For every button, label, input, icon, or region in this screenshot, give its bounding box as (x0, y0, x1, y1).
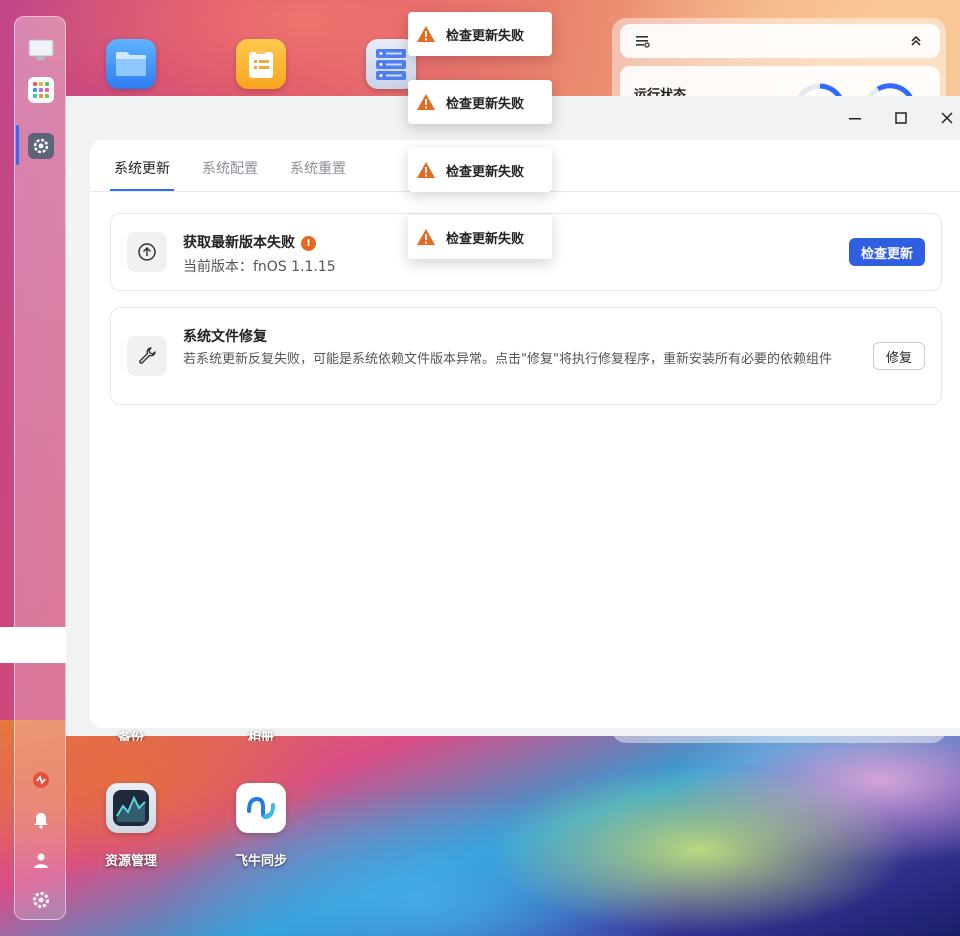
toast-notification: 检查更新失败 (408, 12, 552, 56)
tab-system-config[interactable]: 系统配置 (202, 158, 258, 178)
collapse-chevron-icon[interactable] (910, 34, 922, 52)
fn-sync-icon[interactable] (236, 783, 286, 833)
widget-toolbar (620, 24, 940, 58)
settings-gear-icon[interactable] (28, 133, 54, 159)
toast-text: 检查更新失败 (446, 28, 525, 44)
repair-title: 系统文件修复 (183, 329, 267, 345)
warning-badge-icon: ! (301, 236, 316, 251)
tab-system-reset[interactable]: 系统重置 (290, 158, 346, 178)
dock-active-indicator (16, 125, 19, 165)
current-version-text: 当前版本：fnOS 1.1.15 (183, 259, 336, 275)
desktop-label-backup-partial: 备份 (117, 731, 144, 741)
minimize-icon[interactable] (843, 106, 867, 130)
resource-monitor-icon[interactable] (106, 783, 156, 833)
system-settings-icon[interactable] (28, 887, 54, 913)
toast-text: 检查更新失败 (446, 231, 525, 247)
dock (14, 16, 66, 920)
upgrade-arrow-icon (127, 232, 167, 272)
repair-description: 若系统更新反复失败，可能是系统依赖文件版本异常。点击"修复"将执行修复程序，重新… (183, 352, 832, 367)
close-icon[interactable] (935, 106, 959, 130)
desktop-label-resource-monitor: 资源管理 (104, 854, 157, 869)
notes-app-icon[interactable] (236, 39, 286, 89)
toast-notification: 检查更新失败 (408, 215, 552, 259)
warning-triangle-icon (417, 162, 435, 178)
warning-triangle-icon (417, 229, 435, 245)
repair-button[interactable]: 修复 (872, 342, 925, 370)
dock-sync-icon[interactable] (28, 767, 54, 793)
check-update-button[interactable]: 检查更新 (848, 238, 925, 266)
desktop-monitor-icon[interactable] (28, 37, 54, 63)
warning-triangle-icon (417, 94, 435, 110)
file-manager-icon[interactable] (106, 39, 156, 89)
update-status-text: 获取最新版本失败 (183, 235, 295, 251)
settings-window: 系统更新 系统配置 系统重置 获取最新版本失败! 当前版本：fnOS 1.1.1… (66, 96, 960, 736)
desktop-label-fn-sync: 飞牛同步 (234, 854, 287, 869)
tab-system-update[interactable]: 系统更新 (114, 158, 170, 178)
maximize-icon[interactable] (889, 106, 913, 130)
toast-text: 检查更新失败 (446, 96, 525, 112)
warning-triangle-icon (417, 26, 435, 42)
filter-list-icon[interactable] (636, 34, 650, 52)
update-status-title: 获取最新版本失败! (183, 232, 316, 252)
app-center-icon[interactable] (28, 77, 54, 103)
desktop-label-album-partial: 相册 (247, 731, 274, 741)
toast-text: 检查更新失败 (446, 164, 525, 180)
repair-card: 系统文件修复 若系统更新反复失败，可能是系统依赖文件版本异常。点击"修复"将执行… (110, 307, 942, 405)
wrench-icon (127, 336, 167, 376)
toast-notification: 检查更新失败 (408, 80, 552, 124)
user-icon[interactable] (28, 847, 54, 873)
notification-bell-icon[interactable] (28, 807, 54, 833)
active-tab-indicator (110, 189, 174, 191)
toast-notification: 检查更新失败 (408, 148, 552, 192)
